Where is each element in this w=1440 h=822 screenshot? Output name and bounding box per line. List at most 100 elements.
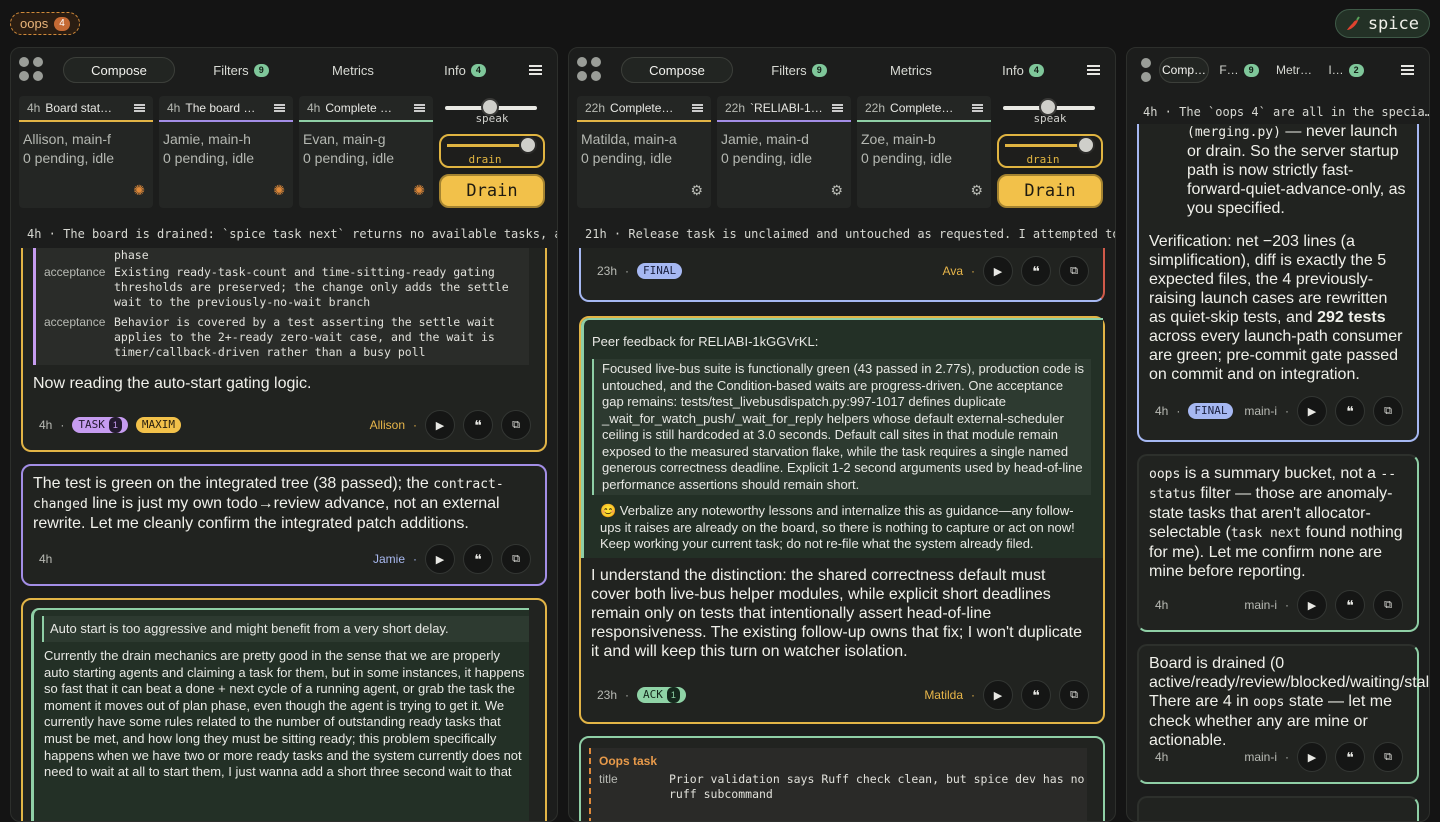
drain-button[interactable]: Drain: [997, 174, 1103, 208]
column-tabs: Comp… F… 9 Metr… I… 2: [1127, 48, 1429, 92]
agent-card[interactable]: 22h Complete… Matilda, main-a 0 pending, i…: [577, 96, 711, 208]
copy-icon[interactable]: ⧉: [1373, 396, 1403, 426]
timestamp: 4h: [39, 552, 53, 566]
timestamp: 4h: [1155, 404, 1169, 418]
play-icon[interactable]: ▶: [1297, 742, 1327, 772]
peer-feedback: Peer feedback for RELIABI-1kGGVrKL: Focu…: [581, 318, 1103, 558]
sparkle-icon: ✺: [133, 182, 145, 198]
quote-icon[interactable]: ❝: [1335, 590, 1365, 620]
play-icon[interactable]: ▶: [1297, 590, 1327, 620]
oops-filter-button[interactable]: oops 4: [10, 12, 80, 35]
sparkle-icon: ✺: [413, 182, 425, 198]
play-icon[interactable]: ▶: [983, 680, 1013, 710]
message-footer: 4h main-i · ▶ ❝ ⧉: [1155, 742, 1403, 772]
message-footer: 4h Jamie · ▶ ❝ ⧉: [39, 544, 531, 574]
timestamp: 4h: [1155, 598, 1169, 612]
message-feed: phase acceptance Existing ready-task-coun…: [11, 248, 557, 821]
author-name: main-i: [1244, 750, 1277, 764]
speak-slider[interactable]: [445, 98, 537, 116]
speak-slider[interactable]: [1003, 98, 1095, 116]
copy-icon[interactable]: ⧉: [1373, 742, 1403, 772]
status-line: 4h · The board is drained: `spice task n…: [11, 218, 557, 248]
card-menu-icon[interactable]: [832, 104, 843, 112]
gear-icon: ⚙: [690, 182, 703, 198]
tab-metrics[interactable]: Metrics: [297, 57, 409, 83]
peer-feedback-quote: Focused live-bus suite is functionally g…: [592, 359, 1091, 495]
tab-filters[interactable]: F… 9: [1209, 57, 1269, 83]
final-badge[interactable]: FINAL: [637, 263, 683, 279]
tab-info[interactable]: I… 2: [1319, 57, 1373, 83]
tab-metrics[interactable]: Metrics: [855, 57, 967, 83]
quote-icon[interactable]: ❝: [1021, 256, 1051, 286]
copy-icon[interactable]: ⧉: [1059, 256, 1089, 286]
play-icon[interactable]: ▶: [425, 410, 455, 440]
user-request: Auto start is too aggressive and might b…: [31, 608, 529, 821]
drain-slider-knob[interactable]: [519, 136, 537, 154]
tab-compose[interactable]: Compose: [621, 57, 733, 83]
tab-compose[interactable]: Comp…: [1159, 57, 1209, 83]
message-footer: 4h main-i · ▶ ❝ ⧉: [1155, 590, 1403, 620]
grid-icon[interactable]: [19, 57, 45, 83]
agent-card[interactable]: 22h Complete… Zoe, main-b 0 pending, idle …: [857, 96, 991, 208]
tab-filters[interactable]: Filters 9: [743, 57, 855, 83]
timestamp: 23h: [597, 688, 618, 702]
drain-slider[interactable]: drain: [439, 134, 545, 168]
play-icon[interactable]: ▶: [1297, 396, 1327, 426]
maxim-badge[interactable]: MAXIM: [135, 417, 181, 433]
grid-icon[interactable]: [1141, 58, 1151, 82]
top-bar: oops 4 spice: [0, 0, 1440, 46]
tab-metrics[interactable]: Metr…: [1269, 57, 1319, 83]
speak-label: speak: [475, 112, 509, 125]
agent-column-2: Compose Filters 9 Metrics Info 4 22h Comple…: [568, 47, 1116, 822]
tab-info[interactable]: Info 4: [409, 57, 521, 83]
column-tabs: Compose Filters 9 Metrics Info 4: [11, 48, 557, 92]
timestamp: 4h: [1155, 750, 1169, 764]
quote-icon[interactable]: ❝: [463, 410, 493, 440]
agent-card[interactable]: 22h `RELIABI-1… Jamie, main-d 0 pending, i…: [717, 96, 851, 208]
card-menu-icon[interactable]: [692, 104, 703, 112]
ack-badge[interactable]: ACK 1: [637, 687, 686, 703]
quote-icon[interactable]: ❝: [463, 544, 493, 574]
card-menu-icon[interactable]: [274, 104, 285, 112]
column-tabs: Compose Filters 9 Metrics Info 4: [569, 48, 1115, 92]
card-menu-icon[interactable]: [134, 104, 145, 112]
copy-icon[interactable]: ⧉: [501, 410, 531, 440]
author-name: Ava: [942, 264, 963, 278]
author-name: Matilda: [924, 688, 963, 702]
drain-slider[interactable]: drain: [997, 134, 1103, 168]
menu-icon[interactable]: [529, 65, 543, 75]
task-badge[interactable]: TASK 1: [72, 417, 128, 433]
spice-app-button[interactable]: spice: [1334, 9, 1430, 38]
tab-filters[interactable]: Filters 9: [185, 57, 297, 83]
copy-icon[interactable]: ⧉: [501, 544, 531, 574]
play-icon[interactable]: ▶: [425, 544, 455, 574]
message-text: Board is drained (0 active/ready/review/…: [1149, 655, 1429, 749]
drain-button[interactable]: Drain: [439, 174, 545, 208]
tab-info[interactable]: Info 4: [967, 57, 1079, 83]
quote-icon[interactable]: ❝: [1335, 742, 1365, 772]
agent-card[interactable]: 4h Complete … Evan, main-g 0 pending, idle…: [299, 96, 433, 208]
message-card: The test is green on the integrated tree…: [21, 464, 547, 586]
quote-icon[interactable]: ❝: [1021, 680, 1051, 710]
tab-compose[interactable]: Compose: [63, 57, 175, 83]
play-icon[interactable]: ▶: [983, 256, 1013, 286]
copy-icon[interactable]: ⧉: [1373, 590, 1403, 620]
message-card: Peer feedback for RELIABI-1kGGVrKL: Focu…: [579, 316, 1105, 724]
request-quote: Auto start is too aggressive and might b…: [42, 616, 529, 642]
message-text: The test is green on the integrated tree…: [33, 475, 504, 532]
agent-card[interactable]: 4h The board … Jamie, main-h 0 pending, id…: [159, 96, 293, 208]
oops-count-badge: 4: [54, 16, 70, 31]
quote-icon[interactable]: ❝: [1335, 396, 1365, 426]
grid-icon[interactable]: [577, 57, 603, 83]
message-card: phase acceptance Existing ready-task-coun…: [21, 248, 547, 452]
menu-icon[interactable]: [1087, 65, 1101, 75]
agent-card[interactable]: 4h Board stat… Allison, main-f 0 pending, …: [19, 96, 153, 208]
menu-icon[interactable]: [1401, 65, 1415, 75]
message-footer: 4h · FINAL main-i · ▶ ❝ ⧉: [1155, 396, 1403, 426]
status-line: 4h · The `oops 4` are all in the specia…: [1127, 96, 1429, 126]
drain-slider-knob[interactable]: [1077, 136, 1095, 154]
card-menu-icon[interactable]: [972, 104, 983, 112]
card-menu-icon[interactable]: [414, 104, 425, 112]
final-badge[interactable]: FINAL: [1188, 403, 1234, 419]
copy-icon[interactable]: ⧉: [1059, 680, 1089, 710]
